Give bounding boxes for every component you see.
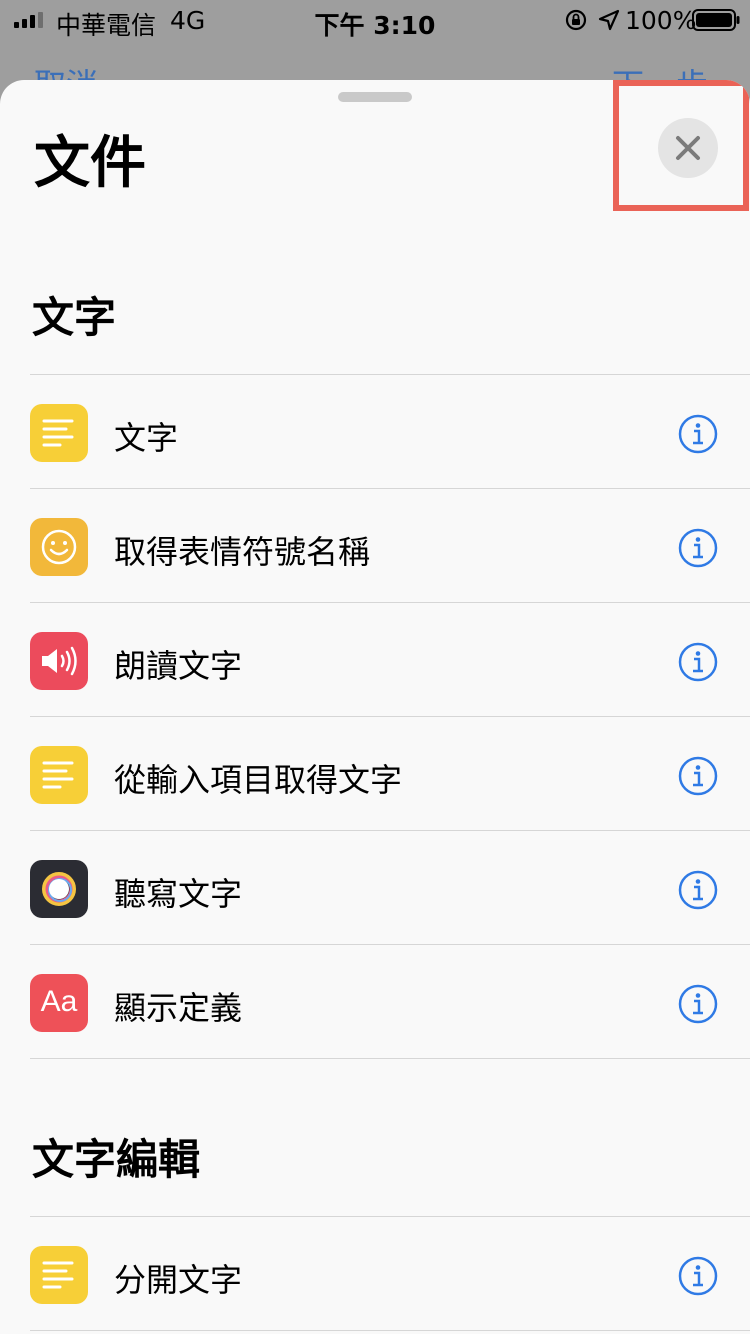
smiley-icon	[30, 518, 88, 576]
info-icon[interactable]	[678, 1256, 718, 1296]
section-title-text-editing: 文字編輯	[32, 1135, 201, 1184]
list-item-text[interactable]: 文字	[0, 375, 750, 489]
list-item-split-text[interactable]: 分開文字	[0, 1217, 750, 1331]
list-item-speak-text[interactable]: 朗讀文字	[0, 603, 750, 717]
list-item-label: 朗讀文字	[114, 647, 243, 685]
list-item-label: 分開文字	[114, 1261, 243, 1299]
orientation-lock-icon	[565, 9, 587, 31]
dictionary-icon-text: Aa	[40, 985, 78, 1018]
info-icon[interactable]	[678, 756, 718, 796]
location-arrow-icon	[598, 9, 620, 31]
list-item-label: 從輸入項目取得文字	[114, 761, 403, 799]
battery-icon	[692, 9, 740, 31]
section-title-text: 文字	[32, 293, 117, 342]
text-lines-icon	[30, 404, 88, 462]
list-item-label: 文字	[114, 419, 179, 457]
status-bar: 中華電信 4G 下午 3:10 100%	[0, 0, 750, 40]
documents-sheet: 文件 文字 文字 取得表情符號名稱 朗讀文字 從輸入項目取得文字 聽寫文字 Aa…	[0, 80, 750, 1334]
list-item-show-definition[interactable]: Aa 顯示定義	[0, 945, 750, 1059]
text-lines-icon	[30, 746, 88, 804]
info-icon[interactable]	[678, 984, 718, 1024]
dictation-icon	[30, 860, 88, 918]
sheet-grabber[interactable]	[338, 92, 412, 102]
dictionary-icon: Aa	[30, 974, 88, 1032]
text-lines-icon	[30, 1246, 88, 1304]
speaker-icon	[30, 632, 88, 690]
list-item-dictate-text[interactable]: 聽寫文字	[0, 831, 750, 945]
row-divider	[30, 1330, 750, 1331]
list-item-get-text-from-input[interactable]: 從輸入項目取得文字	[0, 717, 750, 831]
list-item-label: 顯示定義	[114, 989, 243, 1027]
info-icon[interactable]	[678, 642, 718, 682]
info-icon[interactable]	[678, 870, 718, 910]
sheet-title: 文件	[34, 131, 146, 196]
list-item-emoji-name[interactable]: 取得表情符號名稱	[0, 489, 750, 603]
info-icon[interactable]	[678, 414, 718, 454]
list-item-label: 取得表情符號名稱	[114, 533, 371, 571]
row-divider	[30, 1058, 750, 1059]
list-item-label: 聽寫文字	[114, 875, 243, 913]
battery-percentage: 100%	[625, 6, 697, 35]
info-icon[interactable]	[678, 528, 718, 568]
highlight-annotation	[613, 80, 749, 211]
